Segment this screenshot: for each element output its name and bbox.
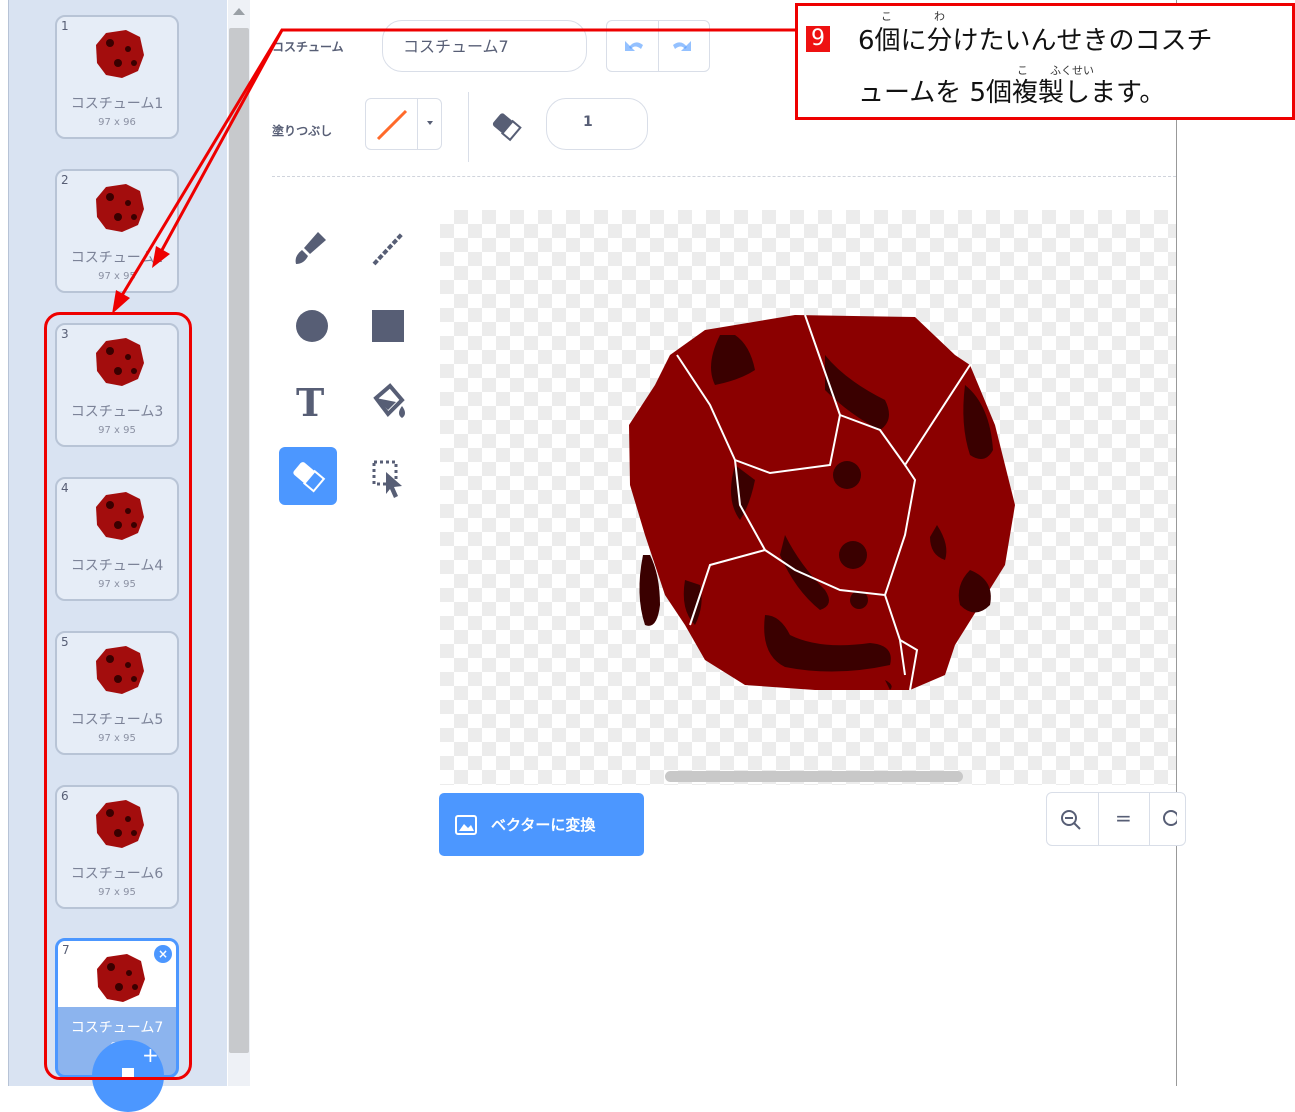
chevron-down-icon[interactable] [427,121,433,125]
eraser-tool-button[interactable] [279,447,337,505]
zoom-reset-button[interactable]: = [1115,806,1132,830]
costume-size: 97 x 95 [98,271,136,282]
editor-right-border [1176,0,1177,1086]
eraser-size-icon [492,113,522,142]
zoom-divider [1098,793,1099,845]
zoom-out-icon[interactable] [1059,808,1083,832]
step-number-badge: 9 [806,26,830,52]
line-icon[interactable] [366,226,410,270]
undo-redo-group [606,20,710,72]
paint-canvas[interactable] [440,210,1176,785]
callout-line-2: ュームを 5個複製します。 [858,78,1166,108]
text-icon[interactable]: T [290,380,334,424]
fill-swatch-icon [376,109,408,141]
group-divider [658,21,659,71]
costume-tile[interactable]: 2 コスチューム2 97 x 95 [55,169,179,293]
costume-name-input[interactable]: コスチューム7 [382,20,587,72]
fill-label: 塗りつぶし [272,124,333,138]
zoom-controls: = [1046,792,1186,846]
svg-text:T: T [296,380,324,424]
costume-number: 1 [61,19,69,33]
image-icon [455,815,477,835]
meteor-drawing [629,314,1015,691]
brush-icon[interactable] [290,226,334,270]
costume-name: コスチューム1 [70,96,164,112]
circle-icon[interactable] [290,304,334,348]
meteor-thumbnail-icon [96,30,144,78]
meteor-thumbnail-icon [96,184,144,232]
zoom-divider-2 [1149,793,1150,845]
fill-color-picker[interactable] [365,98,442,150]
canvas-horizontal-scrollbar[interactable] [665,771,963,782]
picker-divider [417,99,418,149]
toolbar-separator [272,176,1176,177]
eraser-size-input[interactable]: 1 [546,98,648,150]
scroll-up-arrow-icon[interactable] [233,8,245,15]
zoom-in-icon[interactable] [1161,808,1177,832]
scrollbar-thumb[interactable] [229,28,249,1053]
eraser-icon [293,462,326,493]
costume-number: 2 [61,173,69,187]
callout-line-1: 6個に分けたいんせきのコスチ [858,26,1213,56]
costume-size: 97 x 96 [98,117,136,128]
convert-to-vector-button[interactable]: ベクターに変換 [439,793,644,856]
select-icon[interactable] [366,456,410,500]
costume-name-label: コスチューム [272,40,344,54]
highlight-frame [44,312,192,1080]
rectangle-icon[interactable] [366,304,410,348]
redo-icon[interactable] [671,35,695,57]
toolbar-divider [468,92,469,162]
costume-tile[interactable]: 1 コスチューム1 97 x 96 [55,15,179,139]
convert-to-vector-label: ベクターに変換 [491,816,596,834]
fill-icon[interactable] [366,380,410,424]
undo-icon[interactable] [621,35,645,57]
costume-name: コスチューム2 [70,250,164,266]
